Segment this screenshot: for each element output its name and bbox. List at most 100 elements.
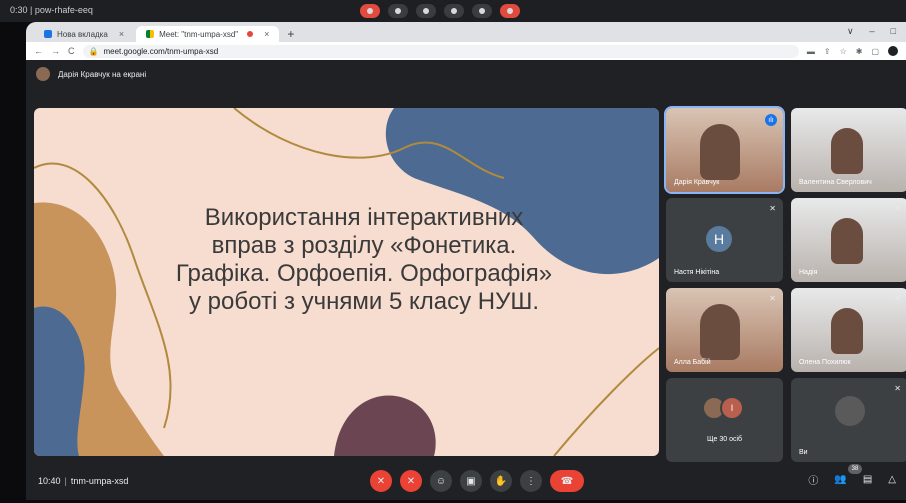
participant-tile[interactable]: Валентина Сверлович [791, 108, 906, 192]
camera-icon [395, 8, 401, 14]
participant-tile[interactable]: ✕ Надія [791, 198, 906, 282]
os-top-bar: 0:30 | pow-rhafe-eeq [0, 0, 906, 22]
meeting-code: tnm-umpa-xsd [70, 476, 129, 486]
self-tile[interactable]: ✕ Ви [791, 378, 906, 462]
side-controls: ⓘ 👥 ▤ △ [808, 472, 896, 487]
emoji-button[interactable] [416, 4, 436, 18]
camera-button[interactable]: ✕ [400, 470, 422, 492]
participant-tiles: ılı Дарія Кравчук Валентина Сверлович Н … [664, 106, 906, 462]
tab-strip: Нова вкладка × Meet: "tnm-umpa-xsd" × + … [26, 22, 906, 42]
meeting-info: 10:40 | tnm-umpa-xsd [38, 476, 128, 486]
share-icon[interactable]: ⇪ [824, 47, 831, 56]
recording-icon [247, 31, 254, 37]
lock-icon: 🔒 [88, 46, 99, 56]
separator: | [64, 476, 67, 486]
tab-label: Meet: "tnm-umpa-xsd" [159, 29, 239, 39]
presenter-avatar [36, 67, 50, 81]
cast-icon[interactable]: ▬ [807, 47, 815, 56]
participant-tile[interactable]: ✕ Алла Бабій [666, 288, 783, 372]
mic-off-icon: ✕ [894, 384, 901, 393]
more-avatars: І [702, 396, 744, 420]
slide-title-line: вправ з розділу «Фонетика. [211, 232, 517, 259]
tab-search-icon[interactable]: ∨ [847, 26, 854, 37]
participant-tile[interactable]: ✕ Олена Похилюк [791, 288, 906, 372]
call-controls: ✕ ✕ ☺ ▣ ✋ ⋮ ☎ [370, 470, 584, 492]
leave-call-button[interactable]: ☎ [550, 470, 584, 492]
presenter-bar: Дарія Кравчук на екрані [26, 60, 906, 88]
raise-hand-button[interactable]: ✋ [490, 470, 512, 492]
more-participants-label: Ще 30 осіб [706, 436, 743, 443]
presenter-label: Дарія Кравчук на екрані [58, 69, 147, 79]
side-panel-icon[interactable]: ▢ [871, 47, 879, 56]
tab-label: Нова вкладка [57, 29, 108, 39]
new-tab-button[interactable]: + [281, 26, 300, 42]
maximize-icon[interactable]: □ [891, 26, 896, 37]
more-options-button[interactable]: ⋮ [520, 470, 542, 492]
participant-tile[interactable]: Н ✕ Настя Нікітіна [666, 198, 783, 282]
mic-off-icon: ✕ [769, 204, 776, 213]
meeting-time: 10:40 [38, 476, 61, 486]
presentation-stage: Використання інтерактивних вправ з розді… [34, 108, 659, 456]
participant-name: Валентина Сверлович [799, 179, 872, 186]
present-button[interactable] [444, 4, 464, 18]
participant-person [700, 124, 740, 180]
reload-icon[interactable]: C [68, 46, 75, 56]
people-icon[interactable]: 👥 [834, 474, 846, 485]
top-bar-meta: 0:30 | pow-rhafe-eeq [10, 5, 93, 15]
address-bar[interactable]: 🔒 meet.google.com/tnm-umpa-xsd [82, 44, 799, 58]
window-controls: ∨ – □ [847, 26, 896, 37]
participant-initial: І [720, 396, 744, 420]
hand-icon [479, 8, 485, 14]
stop-share-button[interactable] [360, 4, 380, 18]
participant-name: Дарія Кравчук [674, 179, 720, 186]
speaking-indicator-icon: ılı [765, 114, 777, 126]
hand-button[interactable] [472, 4, 492, 18]
present-icon [451, 8, 457, 14]
participant-person [831, 218, 863, 264]
screen-share-controls [360, 4, 520, 18]
forward-icon[interactable]: → [51, 46, 60, 56]
participant-person [831, 128, 863, 174]
back-icon[interactable]: ← [34, 46, 43, 56]
camera-button[interactable] [388, 4, 408, 18]
mic-off-icon: ✕ [894, 204, 901, 213]
slide-title-line: Використання інтерактивних [204, 204, 524, 231]
present-button[interactable]: ▣ [460, 470, 482, 492]
meeting-controls-bar: 10:40 | tnm-umpa-xsd ✕ ✕ ☺ ▣ ✋ ⋮ ☎ 38 ⓘ 👥 … [26, 462, 906, 500]
slide-title-line: Графіка. Орфоепія. Орфографія» [175, 260, 553, 287]
mic-off-icon: ✕ [769, 294, 776, 303]
minimize-icon[interactable]: – [870, 26, 875, 37]
record-icon [367, 8, 373, 14]
extensions-icon[interactable]: ✱ [856, 47, 863, 56]
participant-person [700, 304, 740, 360]
url-text: meet.google.com/tnm-umpa-xsd [103, 46, 219, 56]
meet-favicon-icon [146, 30, 155, 38]
browser-toolbar: ← → C 🔒 meet.google.com/tnm-umpa-xsd ▬ ⇪… [26, 42, 906, 60]
activities-icon[interactable]: △ [888, 474, 896, 485]
tab-meet[interactable]: Meet: "tnm-umpa-xsd" × [136, 26, 280, 42]
leave-button[interactable] [500, 4, 520, 18]
toolbar-icons: ▬ ⇪ ☆ ✱ ▢ [807, 46, 898, 56]
more-participants-tile[interactable]: І Ще 30 осіб [666, 378, 783, 462]
tab-close-icon[interactable]: × [119, 29, 124, 39]
microphone-button[interactable]: ✕ [370, 470, 392, 492]
chrome-favicon-icon [44, 30, 52, 38]
participant-initial: Н [706, 226, 732, 252]
profile-avatar[interactable] [888, 46, 898, 56]
avatar [835, 396, 865, 426]
bookmark-star-icon[interactable]: ☆ [840, 47, 847, 56]
emoji-button[interactable]: ☺ [430, 470, 452, 492]
slide-title-line: у роботі з учнями 5 класу НУШ. [189, 288, 539, 315]
info-icon[interactable]: ⓘ [808, 472, 818, 487]
participant-tile[interactable]: ılı Дарія Кравчук [664, 106, 785, 194]
tab-close-icon[interactable]: × [264, 29, 269, 39]
tab-new[interactable]: Нова вкладка × [34, 26, 134, 42]
participant-name: Настя Нікітіна [674, 269, 720, 276]
chat-icon[interactable]: ▤ [863, 474, 872, 485]
participant-name: Надія [799, 269, 818, 276]
phone-icon [507, 8, 513, 14]
participant-person [831, 308, 863, 354]
emoji-icon [423, 8, 429, 14]
browser-window: Нова вкладка × Meet: "tnm-umpa-xsd" × + … [26, 22, 906, 500]
participant-name: Ви [799, 449, 808, 456]
